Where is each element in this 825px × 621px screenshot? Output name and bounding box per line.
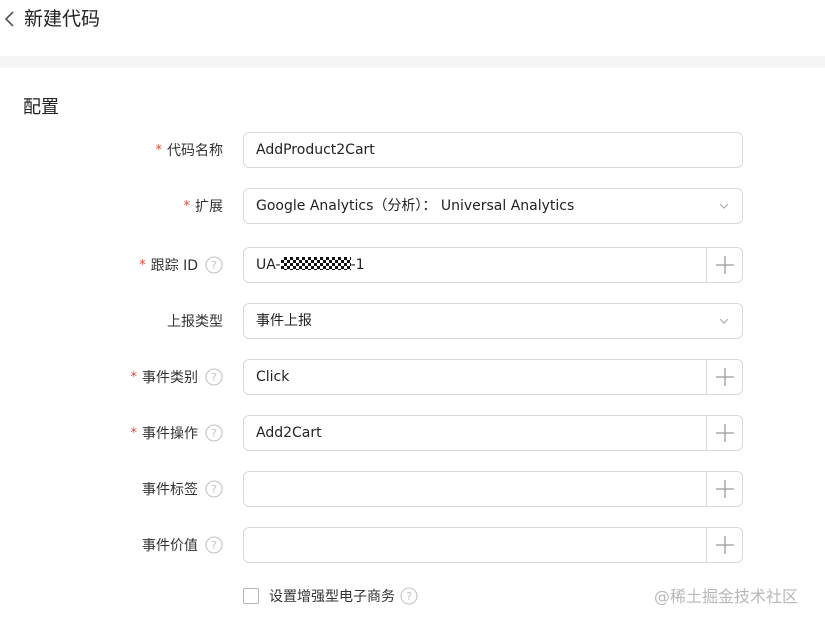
tracking-id-suffix: -1: [350, 257, 365, 273]
field-label-text: 事件操作: [142, 426, 198, 442]
report-type-select[interactable]: 事件上报: [243, 303, 743, 339]
svg-text:?: ?: [406, 590, 412, 603]
svg-text:?: ?: [211, 483, 217, 496]
field-label-text: 上报类型: [167, 314, 223, 330]
form-row-event-category: * 事件类别 ? Click: [0, 359, 825, 395]
page: 新建代码 配置 * 代码名称 AddProduct2Cart * 扩展 Goog…: [0, 0, 825, 621]
required-mark: *: [130, 369, 138, 385]
event-action-input[interactable]: Add2Cart: [243, 415, 743, 451]
svg-text:?: ?: [211, 427, 217, 440]
header: 新建代码: [0, 0, 825, 56]
extension-value: Google Analytics（分析）： Universal Analytic…: [256, 198, 575, 214]
plus-icon: [715, 368, 734, 386]
form-row-report-type: 上报类型 事件上报: [0, 303, 825, 339]
enhanced-ecommerce-checkbox[interactable]: [243, 588, 259, 604]
help-icon[interactable]: ?: [205, 536, 223, 554]
masked-value: [280, 257, 351, 270]
required-mark: *: [155, 142, 163, 158]
chevron-down-icon: [719, 318, 729, 324]
field-label: * 代码名称: [156, 132, 224, 168]
required-mark: *: [139, 257, 146, 273]
form-row-event-action: * 事件操作 ? Add2Cart: [0, 415, 825, 451]
form-row-tracking-id: * 跟踪 ID ? UA- -1: [0, 247, 825, 283]
code-name-input[interactable]: AddProduct2Cart: [243, 132, 743, 168]
form-row-event-label: 事件标签 ?: [0, 471, 825, 507]
required-mark: *: [183, 198, 191, 214]
svg-text:?: ?: [211, 371, 217, 384]
ecommerce-checkbox-row: 设置增强型电子商务 ?: [243, 585, 418, 607]
header-divider: [0, 56, 825, 68]
add-variable-button[interactable]: [706, 528, 742, 562]
chevron-left-icon[interactable]: [2, 9, 18, 29]
field-label: 事件标签 ?: [142, 471, 223, 507]
event-category-input[interactable]: Click: [243, 359, 743, 395]
chevron-down-icon: [719, 203, 729, 209]
tracking-id-input[interactable]: UA- -1: [243, 247, 743, 283]
help-icon[interactable]: ?: [205, 256, 223, 274]
svg-text:?: ?: [211, 539, 217, 552]
form-row-extension: * 扩展 Google Analytics（分析）： Universal Ana…: [0, 188, 825, 224]
help-icon[interactable]: ?: [400, 587, 418, 605]
page-title: 新建代码: [24, 8, 101, 30]
field-label-text: 跟踪 ID: [150, 258, 198, 274]
tracking-id-prefix: UA-: [256, 257, 281, 273]
section-title: 配置: [23, 97, 59, 118]
extension-select[interactable]: Google Analytics（分析）： Universal Analytic…: [243, 188, 743, 224]
plus-icon: [715, 536, 734, 554]
field-label: * 事件操作 ?: [131, 415, 224, 451]
form-row-code-name: * 代码名称 AddProduct2Cart: [0, 132, 825, 168]
plus-icon: [715, 480, 734, 498]
event-category-value: Click: [256, 369, 290, 385]
report-type-value: 事件上报: [256, 313, 312, 329]
checkbox-label: 设置增强型电子商务: [269, 589, 395, 605]
required-mark: *: [130, 425, 138, 441]
add-variable-button[interactable]: [706, 248, 742, 282]
help-icon[interactable]: ?: [205, 424, 223, 442]
add-variable-button[interactable]: [706, 472, 742, 506]
event-label-input[interactable]: [243, 471, 743, 507]
field-label-text: 事件类别: [142, 370, 198, 386]
field-label-text: 扩展: [195, 199, 223, 215]
code-name-value: AddProduct2Cart: [256, 142, 375, 158]
help-icon[interactable]: ?: [205, 368, 223, 386]
field-label: * 扩展: [184, 188, 224, 224]
event-action-value: Add2Cart: [256, 425, 322, 441]
event-value-input[interactable]: [243, 527, 743, 563]
add-variable-button[interactable]: [706, 416, 742, 450]
field-label: * 事件类别 ?: [131, 359, 224, 395]
field-label: * 跟踪 ID ?: [139, 247, 223, 283]
svg-text:?: ?: [211, 259, 217, 272]
field-label-text: 事件价值: [142, 538, 198, 554]
field-label: 事件价值 ?: [142, 527, 223, 563]
field-label-text: 代码名称: [167, 143, 223, 159]
watermark: @稀土掘金技术社区: [654, 587, 799, 606]
plus-icon: [715, 424, 734, 442]
add-variable-button[interactable]: [706, 360, 742, 394]
plus-icon: [715, 256, 734, 274]
help-icon[interactable]: ?: [205, 480, 223, 498]
form-row-event-value: 事件价值 ?: [0, 527, 825, 563]
field-label: 上报类型: [167, 303, 223, 339]
tracking-id-value: UA- -1: [256, 248, 365, 282]
field-label-text: 事件标签: [142, 482, 198, 498]
